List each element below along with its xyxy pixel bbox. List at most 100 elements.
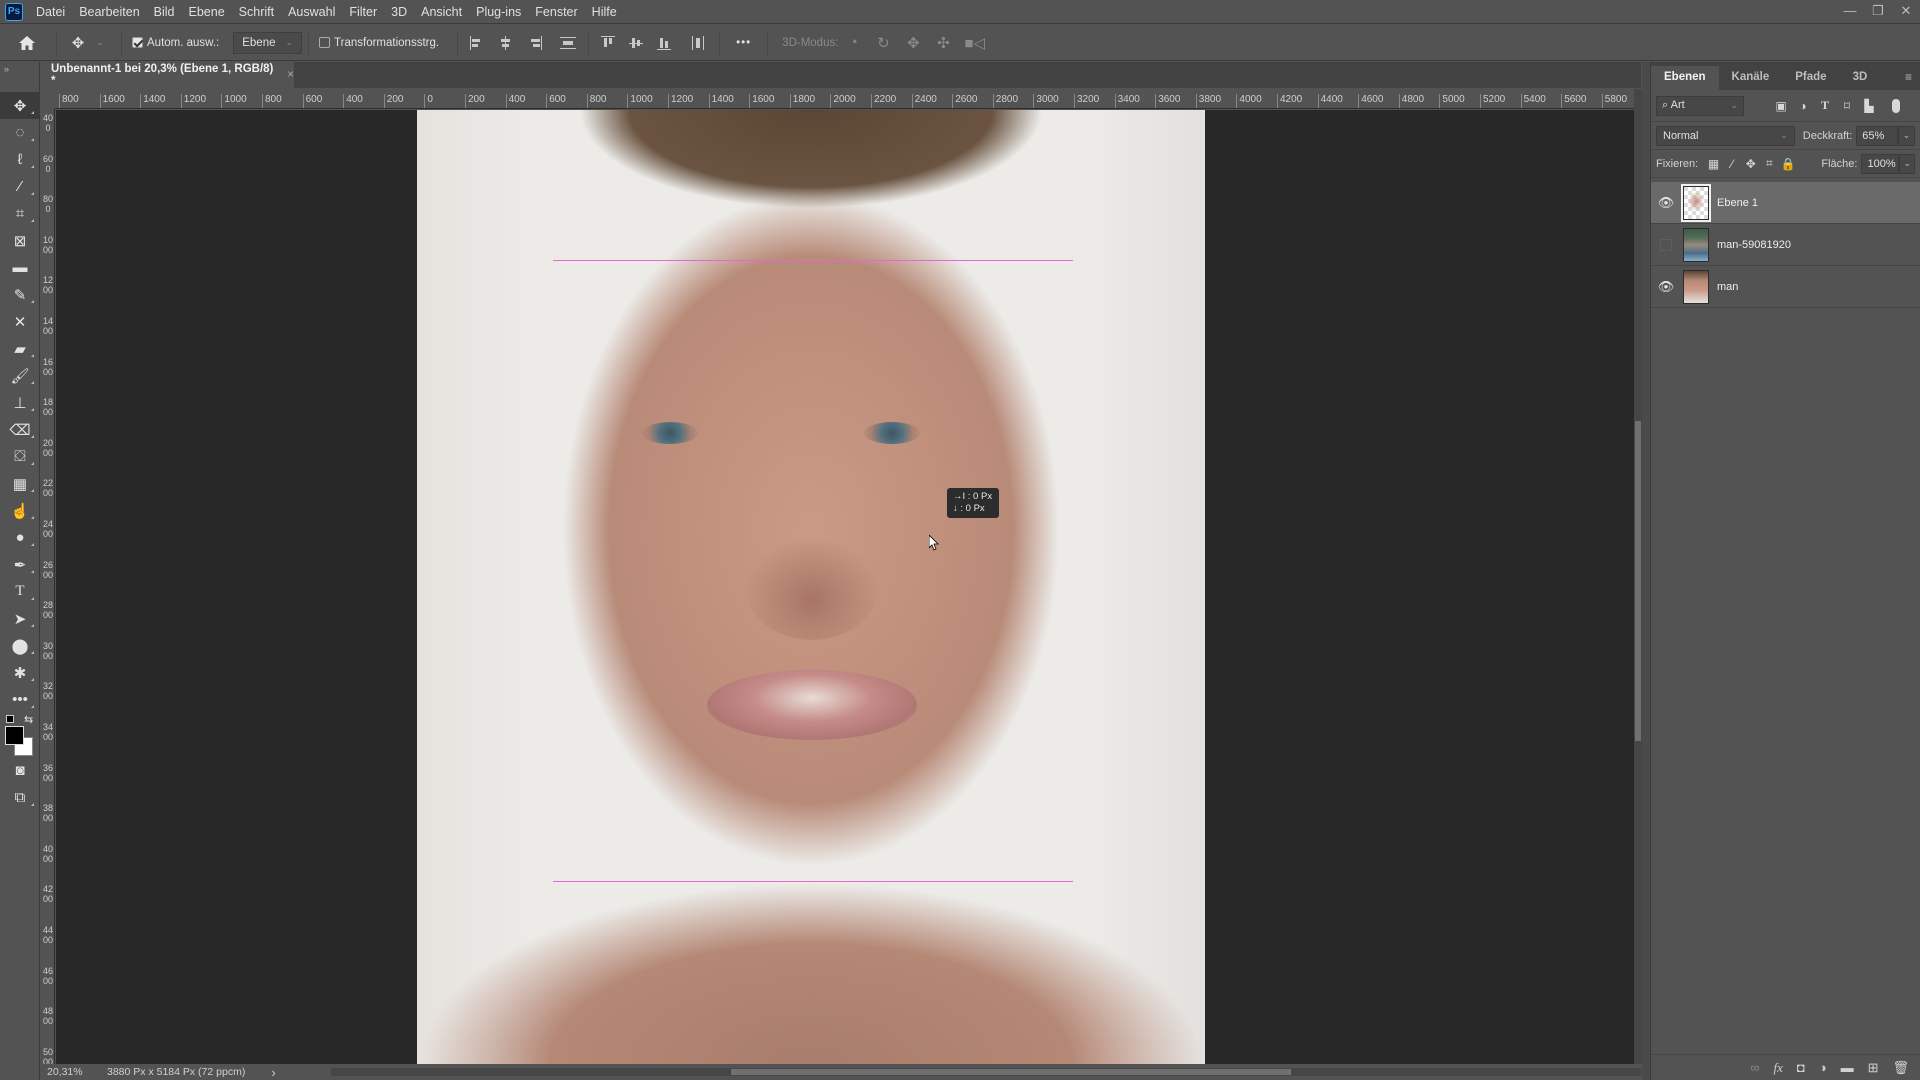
menu-ebene[interactable]: Ebene [182,0,232,24]
menu-bearbeiten[interactable]: Bearbeiten [72,0,146,24]
auto-select-checkbox[interactable]: Autom. ausw.: [132,37,219,49]
filter-shape-icon[interactable]: ⌑ [1836,99,1858,113]
lock-all-icon[interactable]: 🔒 [1779,157,1798,171]
fill-slider-toggle[interactable]: ⌄ [1899,153,1916,174]
3d-slide-icon[interactable]: ✣ [934,34,952,52]
opacity-input[interactable]: 65% [1856,125,1899,146]
auto-select-target-dropdown[interactable]: Ebene ⌄ [233,31,303,54]
vertical-scroll-thumb[interactable] [1635,421,1641,741]
fill-input[interactable]: 100% [1861,153,1900,174]
menu-fenster[interactable]: Fenster [528,0,584,24]
menu-bild[interactable]: Bild [147,0,182,24]
zoom-level[interactable]: 20,31% [47,1066,97,1078]
home-icon[interactable] [18,35,36,50]
tab-kanaele[interactable]: Kanäle [1719,66,1783,90]
eyedropper-tool[interactable]: ✎ [0,281,40,308]
filter-smart-object-icon[interactable]: ▙ [1858,99,1880,113]
layer-row-man[interactable]: 👁 man [1651,266,1920,308]
eraser-tool[interactable]: ⌫ [0,416,40,443]
visibility-off-box[interactable] [1660,238,1672,251]
filter-pixel-icon[interactable]: ▣ [1770,99,1792,113]
align-top-icon[interactable] [601,35,617,50]
ruler-origin[interactable] [41,89,55,109]
menu-filter[interactable]: Filter [342,0,384,24]
menu-datei[interactable]: Datei [29,0,72,24]
tab-3d[interactable]: 3D [1840,66,1881,90]
pen-tool[interactable]: ✒ [0,551,40,578]
align-vertical-center-icon[interactable] [629,36,645,50]
close-document-icon[interactable]: × [287,69,294,81]
type-tool[interactable]: T [0,578,40,605]
visibility-eye-icon[interactable]: 👁 [1651,195,1681,211]
filter-toggle-switch[interactable] [1892,98,1900,113]
transform-controls-checkbox[interactable]: Transformationsstrg. [319,37,439,49]
minimize-button[interactable]: — [1836,0,1864,24]
new-layer-icon[interactable]: ⊞ [1868,1060,1879,1076]
menu-auswahl[interactable]: Auswahl [281,0,342,24]
close-window-button[interactable]: ✕ [1892,0,1920,24]
path-selection-tool[interactable]: ➤ [0,605,40,632]
layer-filter-dropdown[interactable]: ⌕ Art ⌄ [1656,95,1744,116]
lock-position-icon[interactable]: ✥ [1741,157,1760,171]
visibility-eye-icon[interactable]: 👁 [1651,279,1681,295]
default-colors-icon[interactable] [6,715,14,723]
crop-tool[interactable]: ⌗ [0,200,40,227]
smudge-tool[interactable]: ☝ [0,497,40,524]
align-left-icon[interactable] [470,35,486,50]
adjustment-layer-icon[interactable]: ◑ [1819,1060,1827,1075]
vertical-ruler[interactable]: 400 600 800 1000 1200 1400 1600 1800 2000 2200 240… [41,109,55,1064]
ellipse-tool[interactable]: ⬤ [0,632,40,659]
add-mask-icon[interactable]: ◘ [1797,1060,1805,1075]
3d-pan-icon[interactable]: ✥ [904,34,922,52]
distribute-horizontal-icon[interactable] [691,35,707,50]
align-horizontal-center-icon[interactable] [498,35,514,50]
lock-pixels-icon[interactable]: ⁄ [1723,157,1742,171]
opacity-slider-toggle[interactable]: ⌄ [1898,125,1915,146]
swap-colors-icon[interactable]: ⇆ [24,713,33,726]
lock-artboard-icon[interactable]: ⌗ [1760,156,1779,171]
link-layers-icon[interactable]: ∞ [1750,1060,1759,1075]
distribute-vertical-icon[interactable] [560,36,577,50]
edit-toolbar-button[interactable]: ••• [0,686,40,713]
foreground-color-swatch[interactable] [5,726,24,745]
menu-3d[interactable]: 3D [384,0,414,24]
menu-ansicht[interactable]: Ansicht [414,0,469,24]
frame-tool[interactable]: ⊠ [0,227,40,254]
brush-tool[interactable]: 🖌 [0,362,40,389]
status-menu-arrow[interactable]: › [271,1065,275,1080]
menu-hilfe[interactable]: Hilfe [585,0,624,24]
3d-roll-icon[interactable]: ↻ [874,34,892,52]
guide-line-top[interactable] [553,260,1073,261]
canvas-area[interactable]: →I : 0 Px ↓ : 0 Px [56,110,1634,1064]
healing-brush-tool[interactable]: ▰ [0,335,40,362]
delete-layer-trash-icon[interactable]: 🗑 [1892,1060,1909,1076]
layer-row-man-59081920[interactable]: man-59081920 [1651,224,1920,266]
menu-schrift[interactable]: Schrift [232,0,281,24]
move-tool[interactable]: ✥ [0,92,40,119]
3d-camera-icon[interactable]: ■◁ [964,34,985,52]
layer-row-ebene-1[interactable]: 👁 Ebene 1 [1651,182,1920,224]
horizontal-scrollbar[interactable] [331,1068,1641,1076]
dodge-tool[interactable]: ● [0,524,40,551]
paint-bucket-tool[interactable]: ⛋ [0,443,40,470]
panel-menu-icon[interactable]: ≡ [1905,70,1912,84]
3d-orbit-icon[interactable]: ◔ [844,34,862,51]
layer-style-fx-icon[interactable]: fx [1773,1060,1782,1076]
tab-ebenen[interactable]: Ebenen [1651,66,1719,90]
quick-mask-button[interactable]: ◙ [0,757,40,784]
panel-collapse-icon[interactable]: » [0,62,39,92]
custom-shape-tool[interactable]: ✱ [0,659,40,686]
guide-line-bottom[interactable] [553,881,1073,882]
horizontal-ruler[interactable]: 800 1600 1400 1200 1000 800 600 400 200 0 200 400 60… [55,89,1640,109]
content-aware-move-tool[interactable]: ✕ [0,308,40,335]
new-group-folder-icon[interactable]: ▬ [1841,1060,1854,1075]
align-right-icon[interactable] [526,35,543,50]
chevron-down-icon[interactable]: ⌄ [91,37,109,48]
magic-wand-tool[interactable]: ⁄ [0,173,40,200]
filter-type-icon[interactable]: T [1814,98,1836,113]
horizontal-scroll-thumb[interactable] [731,1069,1291,1075]
clone-stamp-tool[interactable]: ⊥ [0,389,40,416]
restore-button[interactable]: ❐ [1864,0,1892,24]
ruler-tool[interactable]: ▬ [0,254,40,281]
lasso-tool[interactable]: ℓ [0,146,40,173]
